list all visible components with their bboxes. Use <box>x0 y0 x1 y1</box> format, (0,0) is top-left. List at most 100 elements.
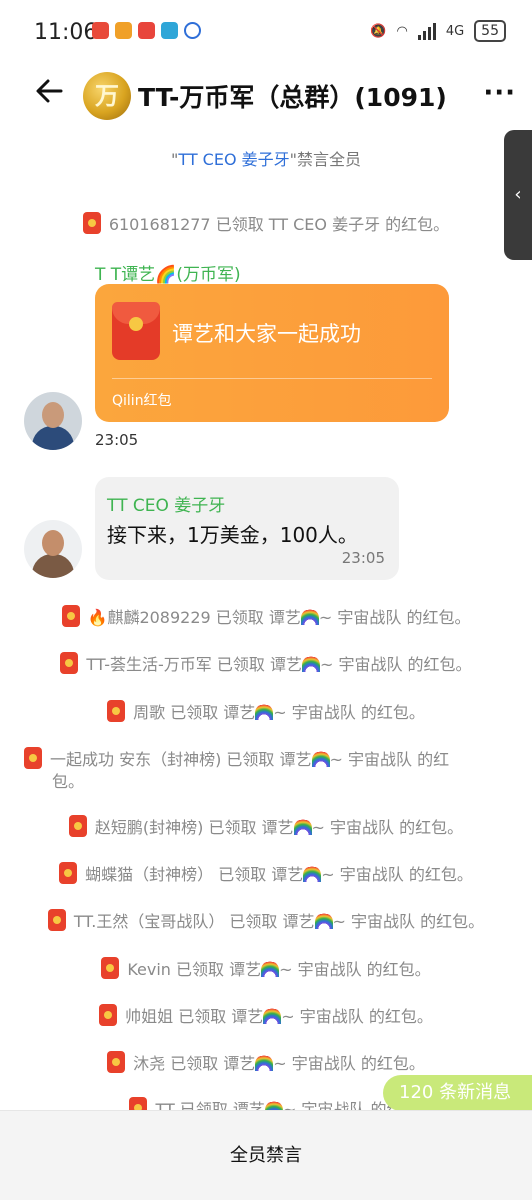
notification-icons <box>92 22 201 39</box>
status-bar: 11:06 🔕 ◠ 4G 55 <box>0 0 532 64</box>
system-indicators: 🔕 ◠ 4G 55 <box>370 20 506 42</box>
app-notification-icon <box>92 22 109 39</box>
message-bubble[interactable]: TT CEO 姜子牙 接下来，1万美金，100人。 23:05 <box>95 477 399 580</box>
claim-text: 包。 <box>52 772 85 791</box>
red-packet-icon <box>61 605 80 627</box>
claim-text: ~ 宇宙战队 的红包。 <box>279 960 431 979</box>
red-packet-icon <box>60 652 79 674</box>
claimer-name: 蝴蝶猫（封神榜） <box>85 865 214 884</box>
red-packet-icon <box>99 1004 118 1026</box>
rainbow-icon <box>255 704 274 720</box>
red-packet-icon <box>112 302 160 360</box>
avatar[interactable] <box>24 520 82 578</box>
claim-text: 已领取 谭艺 <box>224 912 315 931</box>
rainbow-icon <box>263 1008 282 1024</box>
red-packet-icon <box>101 957 120 979</box>
signal-icon <box>417 22 436 40</box>
wifi-icon: ◠ <box>396 23 408 39</box>
more-options-button[interactable]: ··· <box>483 78 516 108</box>
app-notification-icon <box>115 22 132 39</box>
chat-header: 万 TT-万币军（总群）(1091) ··· <box>0 64 532 128</box>
message-time: 23:05 <box>95 431 139 449</box>
red-packet-icon <box>59 862 78 884</box>
claim-text: ~ 宇宙战队 的红包。 <box>321 865 473 884</box>
divider <box>112 378 432 379</box>
red-packet-icon <box>107 1051 126 1073</box>
back-button[interactable] <box>34 76 74 116</box>
claimer-name: Kevin <box>127 960 171 979</box>
claim-text: ~ 宇宙战队 的红包。 <box>318 608 471 627</box>
system-message: 🔥麒麟2089229 已领取 谭艺 ~ 宇宙战队 的红包。 <box>0 605 532 629</box>
message-time: 23:05 <box>341 549 385 567</box>
red-packet-title: 谭艺和大家一起成功 <box>172 322 361 346</box>
arrow-left-icon <box>36 79 63 103</box>
red-packet-icon <box>107 700 126 722</box>
group-avatar[interactable]: 万 <box>83 72 131 120</box>
claimer-name: 帅姐姐 <box>125 1007 174 1026</box>
system-message: 蝴蝶猫（封神榜） 已领取 谭艺 ~ 宇宙战队 的红包。 <box>0 862 532 886</box>
claim-text: ~ 宇宙战队 的红包。 <box>273 1054 425 1073</box>
rainbow-icon <box>301 656 320 672</box>
system-message: 沐尧 已领取 谭艺 ~ 宇宙战队 的红包。 <box>0 1051 532 1075</box>
rainbow-icon <box>300 609 319 625</box>
claim-text: ~ 宇宙战队 的红 <box>329 750 450 769</box>
red-packet-icon <box>47 909 66 931</box>
red-packet-icon <box>24 747 42 769</box>
claim-text: ~ 宇宙战队 的红包。 <box>281 1007 433 1026</box>
rainbow-icon <box>261 961 280 977</box>
network-type: 4G <box>445 23 465 39</box>
system-message: TT-荟生活-万币军 已领取 谭艺 ~ 宇宙战队 的红包。 <box>0 652 532 676</box>
system-message: 赵短鹏(封神榜) 已领取 谭艺 ~ 宇宙战队 的红包。 <box>0 815 532 839</box>
mute-all-notice: "TT CEO 姜子牙"禁言全员 <box>0 146 532 170</box>
claim-text: ~ 宇宙战队 的红包。 <box>273 703 425 722</box>
claim-text: 已领取 谭艺 <box>165 1054 256 1073</box>
message-sender: TT CEO 姜子牙 <box>107 496 226 516</box>
system-message: 帅姐姐 已领取 谭艺 ~ 宇宙战队 的红包。 <box>0 1004 532 1028</box>
system-message: 6101681277 已领取 TT CEO 姜子牙 的红包。 <box>0 212 532 236</box>
claim-text: ~ 宇宙战队 的红包。 <box>332 912 485 931</box>
notice-text: "禁言全员 <box>289 150 362 169</box>
claim-text: 已领取 谭艺 <box>213 865 304 884</box>
rainbow-icon <box>314 913 333 929</box>
red-packet-icon <box>82 212 101 234</box>
claim-text: ~ 宇宙战队 的红包。 <box>319 655 472 674</box>
system-message: 一起成功 安东（封神榜) 已领取 谭艺 ~ 宇宙战队 的红包。 <box>24 747 494 793</box>
avatar[interactable] <box>24 392 82 450</box>
rainbow-icon <box>303 866 322 882</box>
notice-user-link[interactable]: TT CEO 姜子牙 <box>178 150 289 169</box>
claim-text: 已领取 谭艺 <box>173 1007 264 1026</box>
system-message-text: 6101681277 已领取 TT CEO 姜子牙 的红包。 <box>108 215 450 234</box>
claim-text: 已领取 谭艺 <box>211 655 302 674</box>
claim-text: 已领取 谭艺 <box>210 608 301 627</box>
muted-input-bar: 全员禁言 <box>0 1110 532 1200</box>
claim-text: 已领取 谭艺 <box>165 703 256 722</box>
app-notification-icon <box>184 22 201 39</box>
system-message: TT.王然（宝哥战队） 已领取 谭艺 ~ 宇宙战队 的红包。 <box>0 909 532 933</box>
claim-text: 已领取 谭艺 <box>203 818 294 837</box>
group-title: TT-万币军（总群）(1091) <box>138 83 447 112</box>
app-notification-icon <box>161 22 178 39</box>
mute-icon: 🔕 <box>370 23 387 39</box>
claimer-name: 沐尧 <box>133 1054 166 1073</box>
red-packet-card[interactable]: 谭艺和大家一起成功 Qilin红包 <box>95 284 449 422</box>
message-text: 接下来，1万美金，100人。 <box>107 523 358 547</box>
status-time: 11:06 <box>34 20 98 45</box>
system-message: 周歌 已领取 谭艺 ~ 宇宙战队 的红包。 <box>0 700 532 724</box>
rainbow-icon <box>255 1055 274 1071</box>
claimer-name: 一起成功 安东（封神榜) <box>50 750 222 769</box>
claim-text: 已领取 谭艺 <box>170 960 262 979</box>
red-packet-icon <box>68 815 87 837</box>
claimer-name: TT.王然（宝哥战队） <box>73 912 225 931</box>
claimer-name: 赵短鹏(封神榜) <box>94 818 204 837</box>
claimer-name: 麒麟2089229 <box>107 608 211 627</box>
claim-text: 已领取 谭艺 <box>221 750 312 769</box>
chevron-left-icon: ‹ <box>514 184 522 205</box>
claimer-name: 周歌 <box>133 703 166 722</box>
message-sender: T T谭艺🌈(万币军) <box>95 265 241 285</box>
app-notification-icon <box>138 22 155 39</box>
system-message: Kevin 已领取 谭艺 ~ 宇宙战队 的红包。 <box>0 957 532 981</box>
red-packet-brand: Qilin红包 <box>112 393 172 409</box>
rainbow-icon <box>311 751 330 767</box>
new-messages-button[interactable]: 120 条新消息 <box>383 1075 532 1111</box>
claimer-name: TT-荟生活-万币军 <box>86 655 212 674</box>
